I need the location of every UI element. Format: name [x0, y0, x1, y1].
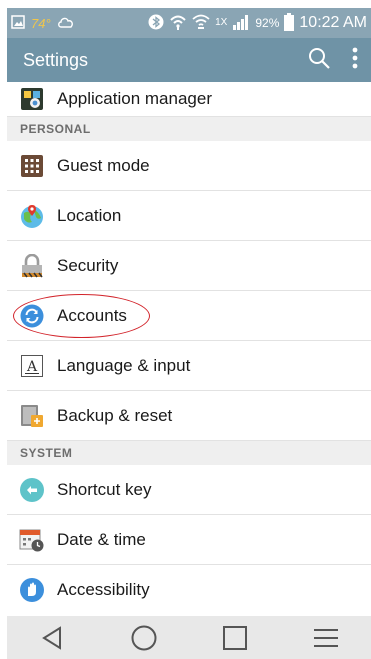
settings-item-label: Accessibility [57, 580, 150, 599]
network-type-label: 1X [215, 16, 228, 28]
page-title: Settings [23, 49, 89, 70]
menu-lines-icon[interactable] [301, 618, 351, 658]
settings-item-accounts[interactable]: Accounts [7, 291, 371, 341]
temperature-readout: 74° [31, 15, 51, 31]
settings-item-label: Security [57, 255, 119, 275]
date-time-icon [18, 526, 46, 554]
back-triangle-icon[interactable] [28, 618, 78, 658]
wifi-hotspot-icon [169, 14, 187, 33]
settings-item-label: Date & time [57, 529, 146, 549]
gallery-notification-icon [11, 14, 25, 32]
settings-item-location[interactable]: Location [7, 191, 371, 241]
wifi-icon [192, 14, 210, 33]
settings-item-guest-mode[interactable]: Guest mode [7, 141, 371, 191]
language-input-icon: A [18, 352, 46, 380]
settings-item-application-manager[interactable]: Application manager [7, 82, 371, 117]
shortcut-key-icon [18, 476, 46, 504]
settings-item-date-time[interactable]: Date & time [7, 515, 371, 565]
accessibility-icon [18, 576, 46, 604]
settings-item-accessibility[interactable]: Accessibility [7, 565, 371, 615]
settings-item-label: Backup & reset [57, 405, 173, 425]
settings-item-label: Language & input [57, 355, 191, 375]
application-manager-icon [18, 85, 46, 113]
security-lock-icon [18, 252, 46, 280]
settings-item-security[interactable]: Security [7, 241, 371, 291]
svg-text:A: A [26, 359, 38, 375]
settings-item-label: Location [57, 205, 122, 225]
battery-percent: 92% [255, 16, 280, 30]
settings-item-label: Guest mode [57, 155, 150, 175]
battery-icon [284, 12, 295, 34]
settings-item-label: Application manager [57, 89, 212, 108]
navigation-bar [7, 616, 371, 659]
recents-square-icon[interactable] [210, 618, 260, 658]
section-header-system: SYSTEM [7, 441, 371, 465]
app-bar: Settings [7, 38, 371, 82]
backup-reset-icon [18, 402, 46, 430]
bluetooth-icon [148, 14, 164, 33]
search-icon[interactable] [307, 46, 331, 75]
location-icon [18, 202, 46, 230]
settings-list[interactable]: Application manager PERSONAL Guest mode … [7, 82, 371, 616]
settings-item-label: Accounts [57, 305, 127, 325]
accounts-sync-icon [18, 302, 46, 330]
home-circle-icon[interactable] [119, 618, 169, 658]
settings-item-backup-reset[interactable]: Backup & reset [7, 391, 371, 441]
section-header-personal: PERSONAL [7, 117, 371, 141]
signal-strength-icon [232, 14, 250, 33]
more-vert-icon[interactable] [351, 46, 359, 75]
settings-item-shortcut-key[interactable]: Shortcut key [7, 465, 371, 515]
settings-item-label: Shortcut key [57, 479, 152, 499]
cloud-icon [57, 15, 75, 31]
status-bar: 74° 1X 92% 10:22 AM [7, 8, 371, 38]
clock: 10:22 AM [299, 14, 367, 31]
settings-item-language-input[interactable]: A Language & input [7, 341, 371, 391]
guest-mode-icon [18, 152, 46, 180]
